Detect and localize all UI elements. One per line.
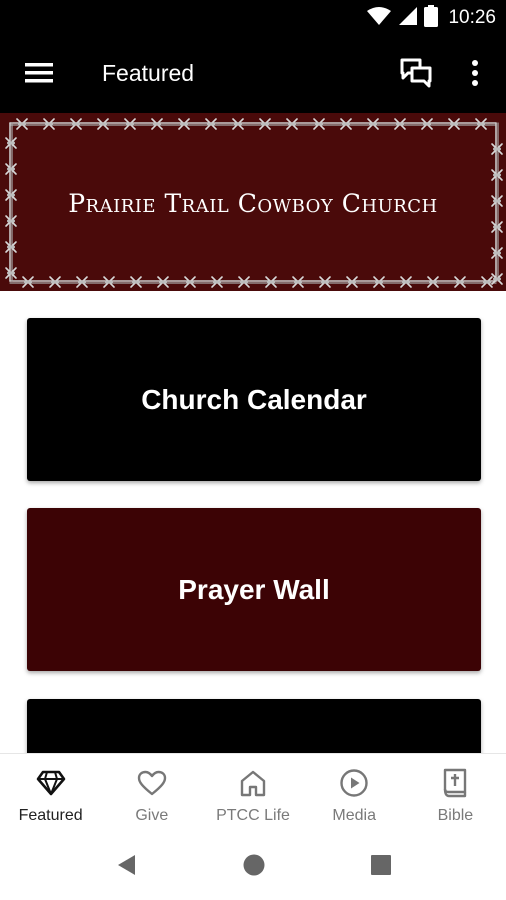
system-navigation-bar: [0, 833, 506, 900]
signal-icon: [398, 6, 418, 31]
play-circle-icon: [339, 768, 369, 798]
nav-item-featured[interactable]: Featured: [0, 754, 101, 833]
screen: 10:26 Featured Prairie Trail Cowboy Chur…: [0, 0, 506, 900]
nav-item-ptcc-life[interactable]: PTCC Life: [202, 754, 303, 833]
card-label: Church Calendar: [141, 383, 367, 415]
home-circle-icon: [242, 853, 266, 882]
church-calendar-card[interactable]: Church Calendar: [27, 318, 481, 481]
card-label: Prayer Wall: [178, 573, 330, 605]
nav-item-media[interactable]: Media: [304, 754, 405, 833]
app-bar: Featured: [0, 36, 506, 113]
banner-title: Prairie Trail Cowboy Church: [68, 188, 438, 218]
nav-label: Media: [332, 807, 376, 824]
heart-icon: [137, 768, 167, 798]
nav-item-give[interactable]: Give: [101, 754, 202, 833]
featured-list[interactable]: Church Calendar Prayer Wall: [0, 291, 506, 753]
church-banner[interactable]: Prairie Trail Cowboy Church: [0, 113, 506, 291]
battery-icon: [424, 4, 439, 32]
diamond-icon: [36, 768, 66, 798]
back-button[interactable]: [112, 853, 140, 881]
status-time: 10:26: [448, 7, 496, 28]
status-bar: 10:26: [0, 0, 506, 36]
chat-icon: [400, 58, 432, 93]
nav-label: PTCC Life: [216, 807, 290, 824]
more-options-button[interactable]: [460, 56, 490, 94]
recents-icon: [370, 854, 392, 881]
wifi-icon: [366, 6, 392, 31]
menu-button[interactable]: [22, 58, 56, 92]
status-icons: 10:26: [366, 4, 496, 32]
home-icon: [238, 768, 268, 798]
nav-label: Bible: [437, 807, 474, 824]
home-button[interactable]: [240, 853, 268, 881]
back-icon: [115, 853, 137, 882]
bottom-navigation: Featured Give PTCC Life Media Bible: [0, 753, 506, 833]
bible-icon: [440, 768, 470, 798]
prayer-wall-card[interactable]: Prayer Wall: [27, 508, 481, 671]
page-title: Featured: [102, 60, 195, 86]
nav-label: Featured: [18, 807, 83, 824]
recents-button[interactable]: [367, 853, 395, 881]
nav-item-bible[interactable]: Bible: [405, 754, 506, 833]
more-vert-icon: [471, 59, 479, 91]
chat-button[interactable]: [397, 56, 435, 94]
featured-card[interactable]: [27, 699, 481, 753]
nav-label: Give: [135, 807, 169, 824]
menu-icon: [25, 62, 53, 89]
